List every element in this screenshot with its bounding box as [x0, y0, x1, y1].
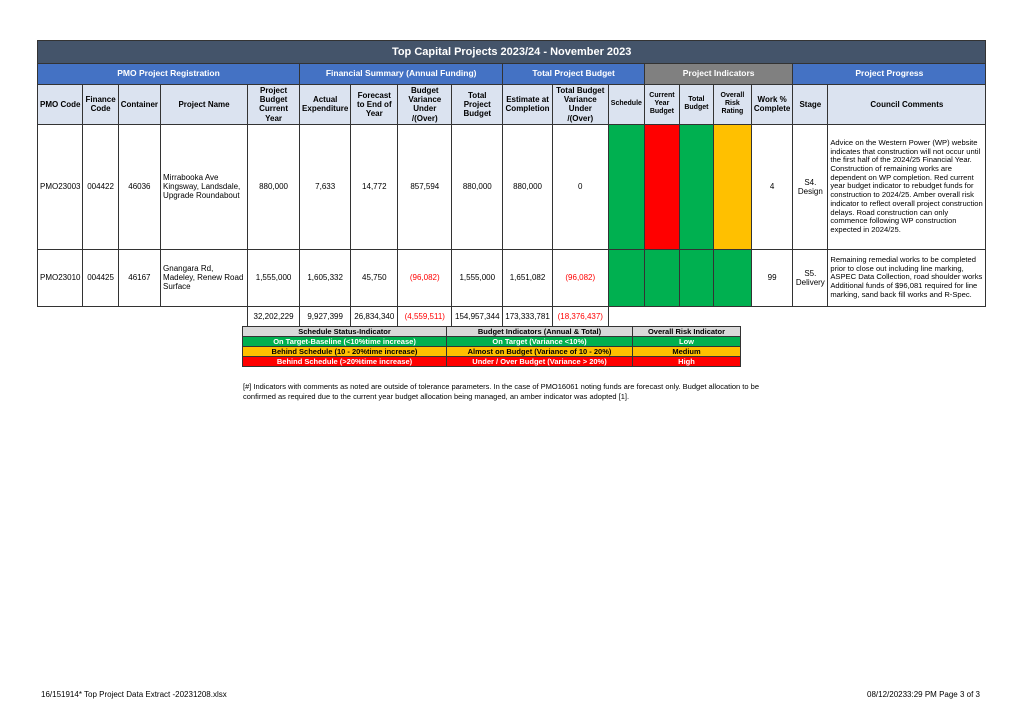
work-complete-cell: 4 — [750, 123, 794, 250]
total-actual-expenditure: 9,927,399 — [299, 305, 352, 327]
report-title: Top Capital Projects 2023/24 - November … — [36, 40, 987, 64]
group-pmo-registration: PMO Project Registration — [36, 63, 301, 85]
work-complete-cell: 99 — [750, 248, 794, 307]
actual-expenditure-cell: 7,633 — [299, 123, 352, 250]
total-total-budget-variance: (18,376,437) — [551, 305, 609, 327]
total-estimate-completion: 173,333,781 — [502, 305, 553, 327]
total-project-budget-cell: 880,000 — [451, 123, 504, 250]
table-row: PMO23010 004425 46167 Gnangara Rd, Madel… — [36, 248, 987, 307]
legend-header-budget: Budget Indicators (Annual & Total) — [446, 326, 633, 337]
tolerance-note: [#] Indicators with comments as noted ar… — [243, 382, 759, 401]
col-overall-risk: Overall Risk Rating — [712, 84, 752, 125]
total-budget-indicator — [678, 123, 714, 250]
total-project-budget-current-year: 32,202,229 — [247, 305, 301, 327]
col-work-complete: Work % Complete — [750, 84, 794, 125]
group-total-budget: Total Project Budget — [502, 63, 645, 85]
council-comment-cell: Remaining remedial works to be completed… — [827, 248, 987, 307]
container-cell: 46167 — [117, 248, 162, 307]
col-total-project-budget: Total Project Budget — [451, 84, 504, 125]
footer-file-reference: 16/151914* Top Project Data Extract -202… — [41, 690, 227, 699]
indicator-legend: Schedule Status-Indicator Budget Indicat… — [242, 326, 741, 367]
col-container: Container — [117, 84, 162, 125]
schedule-indicator — [607, 123, 645, 250]
stage-cell: S5. Delivery — [792, 248, 829, 307]
legend-risk-low: Low — [632, 336, 741, 347]
legend-schedule-amber: Behind Schedule (10 - 20%time increase) — [242, 346, 447, 357]
legend-risk-high: High — [632, 356, 741, 367]
overall-risk-indicator — [712, 123, 752, 250]
legend-budget-red: Under / Over Budget (Variance > 20%) — [446, 356, 633, 367]
total-forecast: 26,834,340 — [350, 305, 399, 327]
schedule-indicator — [607, 248, 645, 307]
project-name-cell: Mirrabooka Ave Kingsway, Landsdale, Upgr… — [160, 123, 249, 250]
forecast-cell: 45,750 — [350, 248, 399, 307]
col-finance-code: Finance Code — [82, 84, 119, 125]
col-total-budget-variance: Total Budget Variance Under /(Over) — [551, 84, 609, 125]
forecast-cell: 14,772 — [350, 123, 399, 250]
budget-variance-cell: 857,594 — [397, 123, 453, 250]
legend-risk-medium: Medium — [632, 346, 741, 357]
total-budget-variance-cell: (96,082) — [551, 248, 609, 307]
legend-schedule-green: On Target-Baseline (<10%time increase) — [242, 336, 447, 347]
col-project-budget: Project Budget Current Year — [247, 84, 301, 125]
council-comment-cell: Advice on the Western Power (WP) website… — [827, 123, 987, 250]
col-schedule: Schedule — [607, 84, 645, 125]
group-project-progress: Project Progress — [792, 63, 987, 85]
budget-variance-cell: (96,082) — [397, 248, 453, 307]
col-actual-expenditure: Actual Expenditure — [299, 84, 352, 125]
col-project-name: Project Name — [160, 84, 249, 125]
pmo-code-cell: PMO23010 — [36, 248, 84, 307]
col-council-comments: Council Comments — [827, 84, 987, 125]
col-current-year-budget: Current Year Budget — [643, 84, 680, 125]
stage-cell: S4. Design — [792, 123, 829, 250]
finance-code-cell: 004425 — [82, 248, 119, 307]
table-row: PMO23003 004422 46036 Mirrabooka Ave Kin… — [36, 123, 987, 250]
legend-header-risk: Overall Risk Indicator — [632, 326, 741, 337]
col-forecast: Forecast to End of Year — [350, 84, 399, 125]
capital-projects-table: Top Capital Projects 2023/24 - November … — [36, 40, 987, 327]
current-year-budget-indicator — [643, 123, 680, 250]
footer-date-page: 08/12/20233:29 PM Page 3 of 3 — [867, 690, 980, 699]
project-budget-cell: 1,555,000 — [247, 248, 301, 307]
estimate-completion-cell: 880,000 — [502, 123, 553, 250]
legend-budget-green: On Target (Variance <10%) — [446, 336, 633, 347]
totals-row: 32,202,229 9,927,399 26,834,340 (4,559,5… — [38, 305, 986, 327]
legend-header-schedule: Schedule Status-Indicator — [242, 326, 447, 337]
total-budget-indicator — [678, 248, 714, 307]
current-year-budget-indicator — [643, 248, 680, 307]
col-budget-variance: Budget Variance Under /(Over) — [397, 84, 453, 125]
project-budget-cell: 880,000 — [247, 123, 301, 250]
actual-expenditure-cell: 1,605,332 — [299, 248, 352, 307]
total-budget-variance: (4,559,511) — [397, 305, 453, 327]
total-budget-variance-cell: 0 — [551, 123, 609, 250]
estimate-completion-cell: 1,651,082 — [502, 248, 553, 307]
col-stage: Stage — [792, 84, 829, 125]
group-project-indicators: Project Indicators — [643, 63, 794, 85]
group-financial-summary: Financial Summary (Annual Funding) — [299, 63, 504, 85]
container-cell: 46036 — [117, 123, 162, 250]
finance-code-cell: 004422 — [82, 123, 119, 250]
project-name-cell: Gnangara Rd, Madeley, Renew Road Surface — [160, 248, 249, 307]
pmo-code-cell: PMO23003 — [36, 123, 84, 250]
legend-budget-amber: Almost on Budget (Variance of 10 - 20%) — [446, 346, 633, 357]
overall-risk-indicator — [712, 248, 752, 307]
col-estimate-completion: Estimate at Completion — [502, 84, 553, 125]
total-total-project-budget: 154,957,344 — [451, 305, 504, 327]
col-pmo-code: PMO Code — [36, 84, 84, 125]
total-project-budget-cell: 1,555,000 — [451, 248, 504, 307]
legend-schedule-red: Behind Schedule (>20%time increase) — [242, 356, 447, 367]
col-total-budget: Total Budget — [678, 84, 714, 125]
